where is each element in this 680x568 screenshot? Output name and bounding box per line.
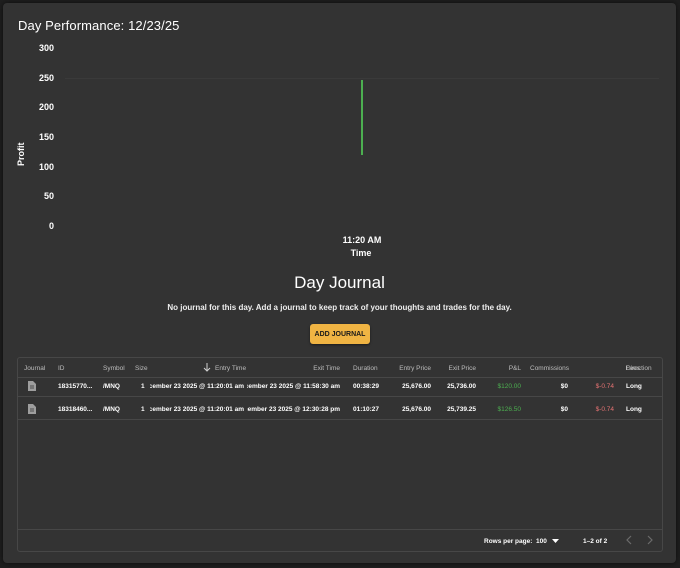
cell-exit-price: 25,739.25 [447, 406, 476, 413]
cell-id: 18315770... [58, 383, 92, 390]
cell-symbol: /MNQ [103, 383, 120, 390]
header-duration[interactable]: Duration [353, 365, 378, 372]
sort-arrow-down-icon[interactable] [203, 363, 211, 372]
cell-exit-price: 25,736.00 [447, 383, 476, 390]
header-exit-time[interactable]: Exit Time [290, 365, 340, 372]
cell-commissions: $0 [560, 406, 568, 413]
cell-fees: $-0.74 [595, 406, 614, 413]
table-row[interactable]: 18318460... /MNQ 1 December 23 2025 @ 11… [18, 398, 662, 420]
journal-document-icon[interactable] [28, 404, 36, 414]
y-axis-label: Profit [16, 142, 26, 167]
cell-symbol: /MNQ [103, 406, 120, 413]
x-axis-label: Time [350, 248, 372, 258]
dialog-title: Day Performance: 12/23/25 [18, 18, 180, 33]
journal-empty-message: No journal for this day. Add a journal t… [167, 303, 512, 312]
table-pagination: Rows per page: 100 1–2 of 2 [18, 529, 662, 551]
profit-bar [361, 79, 363, 155]
grid-line [65, 77, 659, 79]
header-pnl[interactable]: P&L [488, 365, 521, 372]
header-entry-time[interactable]: Entry Time [215, 365, 246, 372]
rows-per-page-select[interactable]: 100 [536, 538, 547, 545]
cell-id: 18318460... [58, 406, 92, 413]
cell-size: 1 [141, 406, 145, 413]
y-tick-label: 100 [38, 161, 54, 172]
y-tick-label: 150 [38, 132, 54, 142]
y-tick-label: 50 [43, 191, 54, 202]
add-journal-button[interactable]: ADD JOURNAL [310, 324, 370, 344]
cell-direction: Long [626, 383, 642, 390]
journal-title: Day Journal [294, 273, 385, 292]
previous-page-icon[interactable] [624, 534, 634, 546]
cell-exit-time: December 23 2025 @ 12:30:28 pm [247, 406, 340, 413]
header-exit-price[interactable]: Exit Price [433, 365, 476, 372]
header-symbol[interactable]: Symbol [103, 365, 125, 372]
profit-chart: Profit 300 250 200 150 100 50 0 11:20 AM Time [3, 33, 676, 263]
cell-commissions: $0 [560, 383, 568, 390]
cell-entry-price: 25,676.00 [402, 406, 431, 413]
dropdown-caret-icon[interactable] [552, 539, 559, 544]
journal-document-icon[interactable] [28, 381, 36, 391]
table-row[interactable]: 18315770... /MNQ 1 December 23 2025 @ 11… [18, 375, 662, 397]
cell-size: 1 [141, 383, 145, 390]
y-tick-label: 250 [38, 72, 54, 83]
pagination-range: 1–2 of 2 [583, 538, 608, 545]
y-tick-label: 200 [38, 102, 54, 113]
header-entry-price[interactable]: Entry Price [388, 365, 431, 372]
cell-entry-price: 25,676.00 [402, 383, 431, 390]
header-journal[interactable]: Journal [24, 365, 45, 372]
cell-duration: 01:10:27 [353, 406, 380, 413]
header-direction[interactable]: Direction [626, 365, 652, 372]
cell-entry-time: December 23 2025 @ 11:20:01 am [150, 383, 244, 390]
trades-table: Journal ID Symbol Size Entry Time Exit T… [17, 357, 663, 552]
x-tick-label: 11:20 AM [342, 235, 382, 245]
cell-direction: Long [626, 406, 642, 413]
cell-duration: 00:38:29 [353, 383, 380, 390]
rows-per-page-label: Rows per page: [484, 538, 533, 545]
header-id[interactable]: ID [58, 365, 65, 372]
cell-pnl: $120.00 [497, 383, 522, 390]
header-commissions[interactable]: Commissions [530, 365, 569, 372]
day-performance-dialog: Day Performance: 12/23/25 Profit 300 250 2… [3, 3, 676, 563]
cell-pnl: $126.50 [497, 406, 522, 413]
header-size[interactable]: Size [135, 365, 148, 372]
cell-entry-time: December 23 2025 @ 11:20:01 am [150, 406, 244, 413]
cell-exit-time: December 23 2025 @ 11:58:30 am [247, 383, 340, 390]
cell-fees: $-0.74 [595, 383, 614, 390]
next-page-icon[interactable] [645, 534, 655, 546]
y-tick-label: 0 [48, 221, 54, 231]
y-tick-label: 300 [38, 43, 54, 53]
